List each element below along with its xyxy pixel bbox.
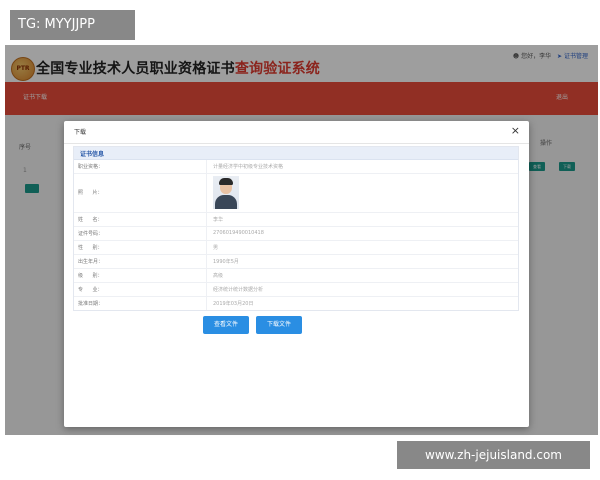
row-label: 照 片：: [78, 190, 103, 196]
id-photo: [213, 176, 239, 209]
row-divider: [206, 283, 207, 296]
info-row-birth: 出生年月： 1990年5月: [74, 255, 518, 269]
certificate-section-header: 证书信息: [74, 147, 518, 160]
row-value: 男: [213, 245, 219, 251]
row-label: 出生年月：: [78, 259, 104, 265]
row-divider: [206, 160, 207, 173]
row-label: 专 业：: [78, 287, 103, 293]
info-row-gender: 性 别： 男: [74, 241, 518, 255]
row-label: 证件号码：: [78, 231, 104, 237]
row-value: 1990年5月: [213, 259, 239, 265]
row-divider: [206, 174, 207, 212]
row-value: 2019年03月20日: [213, 301, 254, 307]
photo-hair: [219, 178, 233, 185]
modal-header: 下载 ×: [64, 121, 529, 144]
row-divider: [206, 213, 207, 226]
modal-title: 下载: [74, 129, 87, 136]
close-icon[interactable]: ×: [511, 124, 520, 138]
row-label: 级 别：: [78, 273, 103, 279]
row-value: 经济统计统计数据分析: [213, 287, 264, 293]
photo-body: [215, 195, 237, 209]
row-value: 李华: [213, 217, 224, 223]
section-title: 证书信息: [80, 151, 105, 158]
row-label: 性 别：: [78, 245, 103, 251]
row-value: 2706019490010418: [213, 230, 264, 236]
row-label: 批准日期：: [78, 301, 104, 307]
watermark-top-left: TG: MYYJJPP: [10, 10, 135, 40]
row-divider: [206, 255, 207, 268]
row-divider: [206, 297, 207, 310]
row-label: 姓 名：: [78, 217, 103, 223]
download-modal: 下载 × 证书信息 职业资格： 计量经济学中初级专业技术资格 照 片： 姓 名：…: [64, 121, 529, 427]
info-row-qualification: 职业资格： 计量经济学中初级专业技术资格: [74, 160, 518, 174]
row-value: 计量经济学中初级专业技术资格: [213, 164, 284, 170]
watermark-bottom-right: www.zh-jejuisland.com: [397, 441, 590, 469]
info-row-major: 专 业： 经济统计统计数据分析: [74, 283, 518, 297]
row-divider: [206, 241, 207, 254]
info-row-name: 姓 名： 李华: [74, 213, 518, 227]
download-file-button[interactable]: 下载文件: [256, 316, 302, 334]
info-row-approval-date: 批准日期： 2019年03月20日: [74, 297, 518, 310]
info-row-id-number: 证件号码： 2706019490010418: [74, 227, 518, 241]
row-value: 高级: [213, 273, 224, 279]
row-divider: [206, 227, 207, 240]
info-row-photo: 照 片：: [74, 174, 518, 213]
row-divider: [206, 269, 207, 282]
row-label: 职业资格：: [78, 164, 104, 170]
info-row-level: 级 别： 高级: [74, 269, 518, 283]
certificate-info-panel: 证书信息 职业资格： 计量经济学中初级专业技术资格 照 片： 姓 名： 李华 证…: [73, 146, 519, 311]
view-file-button[interactable]: 查看文件: [203, 316, 249, 334]
